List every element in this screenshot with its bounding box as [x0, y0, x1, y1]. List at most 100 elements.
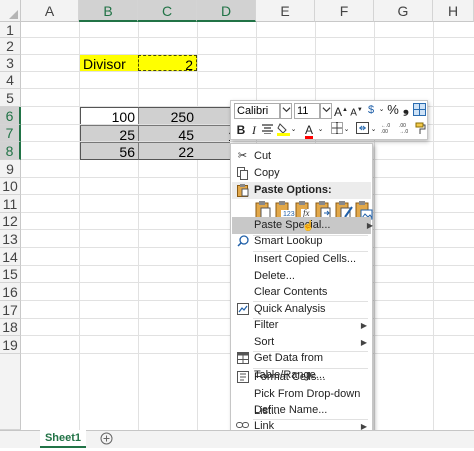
- menu-item-smart-lookup[interactable]: Smart Lookup: [232, 233, 371, 250]
- merge-center-button[interactable]: [355, 122, 369, 138]
- decrease-decimal-button[interactable]: .00 →.0: [398, 122, 414, 138]
- cell-c8[interactable]: 22: [138, 142, 197, 160]
- row-header-1[interactable]: 1: [0, 22, 21, 38]
- borders-dropdown[interactable]: ⌄: [343, 122, 350, 138]
- select-all-button[interactable]: [0, 0, 21, 22]
- row-header-11[interactable]: 11: [0, 195, 21, 213]
- submenu-arrow-icon: ▶: [366, 221, 373, 230]
- font-color-button[interactable]: A: [302, 122, 316, 138]
- column-header-a[interactable]: A: [21, 0, 79, 22]
- row-header-16[interactable]: 16: [0, 283, 21, 301]
- paint-bucket-icon: [276, 123, 290, 136]
- format-painter-button[interactable]: [415, 122, 427, 138]
- chevron-down-icon: [281, 107, 291, 113]
- bold-button[interactable]: B: [235, 122, 247, 138]
- row-header-17[interactable]: 17: [0, 301, 21, 319]
- column-header-c[interactable]: C: [138, 0, 197, 22]
- menu-item-clear-contents[interactable]: Clear Contents: [232, 284, 371, 301]
- cell-b3[interactable]: Divisor: [80, 55, 138, 72]
- chevron-down-icon: ⌄: [317, 126, 324, 133]
- font-name-dropdown[interactable]: [280, 103, 292, 119]
- add-sheet-button[interactable]: [98, 430, 114, 448]
- column-header-e[interactable]: E: [256, 0, 315, 22]
- increase-decimal-button[interactable]: ←.0.00: [380, 122, 396, 138]
- row-header-8[interactable]: 8: [0, 142, 21, 160]
- row-header-3[interactable]: 3: [0, 55, 21, 72]
- cell-d8[interactable]: [197, 142, 230, 160]
- scissors-icon: ✂: [237, 150, 248, 162]
- column-header-f[interactable]: F: [315, 0, 374, 22]
- fill-color-button[interactable]: [276, 122, 290, 138]
- cell-b8[interactable]: 56: [80, 142, 138, 160]
- row-header-18[interactable]: 18: [0, 319, 21, 336]
- chevron-down-icon: ⌄: [343, 126, 350, 133]
- align-center-icon: [261, 124, 273, 135]
- mini-toolbar: Calibri 11 A▲ A▼ $ ⌄ % ❟ B I ⌄ A ⌄ ⌄ ⌄ ←…: [230, 100, 428, 140]
- menu-item-pick-from-list[interactable]: Pick From Drop-down List...: [232, 386, 371, 417]
- fill-color-dropdown[interactable]: ⌄: [290, 122, 297, 138]
- font-name-box[interactable]: Calibri: [234, 103, 280, 119]
- italic-button[interactable]: I: [249, 122, 259, 138]
- borders-button[interactable]: [330, 122, 343, 138]
- font-color-dropdown[interactable]: ⌄: [317, 122, 324, 138]
- menu-item-filter[interactable]: Filter ▶: [232, 317, 371, 334]
- column-header-h[interactable]: H: [433, 0, 474, 22]
- quick-analysis-icon: [236, 303, 249, 316]
- merge-center-dropdown[interactable]: ⌄: [370, 122, 377, 138]
- context-menu: ✂ Cut Copy Paste Options: 123 fx Paste S…: [230, 143, 373, 436]
- column-header-g[interactable]: G: [374, 0, 433, 22]
- column-header-d[interactable]: D: [197, 0, 256, 22]
- row-header-5[interactable]: 5: [0, 89, 21, 107]
- row-header-6[interactable]: 6: [0, 107, 21, 125]
- row-header-4[interactable]: 4: [0, 72, 21, 89]
- sheet-tab[interactable]: Sheet1: [40, 430, 86, 448]
- font-size-dropdown[interactable]: [320, 103, 332, 119]
- decrease-font-button[interactable]: A▼: [350, 102, 363, 118]
- row-header-10[interactable]: 10: [0, 178, 21, 195]
- column-header-b[interactable]: B: [79, 0, 138, 22]
- accounting-format-dropdown[interactable]: ⌄: [378, 102, 385, 118]
- menu-item-get-data[interactable]: Get Data from Table/Range...: [232, 350, 371, 381]
- row-header-15[interactable]: 15: [0, 266, 21, 283]
- menu-item-sort[interactable]: Sort ▶: [232, 334, 371, 351]
- chevron-down-icon: ⌄: [290, 126, 297, 133]
- comma-style-button[interactable]: ❟: [400, 101, 412, 117]
- svg-text:→.0: →.0: [399, 129, 408, 134]
- menu-item-format-cells[interactable]: Format Cells...: [232, 369, 371, 386]
- format-cells-icon: [236, 371, 249, 384]
- menu-item-define-name[interactable]: Define Name...: [232, 402, 371, 419]
- cell-d6[interactable]: [197, 107, 230, 124]
- menu-item-paste-special[interactable]: Paste Special... ☝ ▶: [232, 217, 373, 234]
- menu-item-insert-copied-cells[interactable]: Insert Copied Cells...: [232, 251, 371, 268]
- menu-item-cut[interactable]: ✂ Cut: [232, 148, 371, 165]
- menu-item-quick-analysis[interactable]: Quick Analysis: [232, 301, 371, 318]
- chevron-down-icon: [321, 107, 331, 113]
- row-header-12[interactable]: 12: [0, 213, 21, 230]
- submenu-arrow-icon: ▶: [360, 338, 367, 347]
- percent-style-button[interactable]: %: [386, 102, 400, 118]
- row-header-19[interactable]: 19: [0, 336, 21, 354]
- row-header-9[interactable]: 9: [0, 160, 21, 178]
- font-size-box[interactable]: 11: [294, 103, 320, 119]
- svg-text:.00: .00: [381, 129, 388, 134]
- cell-c6[interactable]: 250: [138, 107, 197, 125]
- caret-down-icon: ▼: [356, 107, 363, 113]
- row-header-13[interactable]: 13: [0, 230, 21, 248]
- cell-c3[interactable]: 2: [138, 55, 197, 73]
- cell-c7[interactable]: 45: [138, 125, 197, 143]
- cell-b7[interactable]: 25: [80, 125, 138, 143]
- row-header-2[interactable]: 2: [0, 38, 21, 55]
- align-center-button[interactable]: [261, 122, 273, 138]
- cell-d7[interactable]: 150: [197, 125, 230, 141]
- format-painter-icon[interactable]: [412, 103, 426, 116]
- submenu-arrow-icon: ▶: [360, 321, 367, 330]
- chevron-down-icon: ⌄: [370, 126, 377, 133]
- table-icon: [236, 352, 249, 365]
- cell-b6[interactable]: 100: [80, 107, 138, 125]
- row-header-14[interactable]: 14: [0, 248, 21, 266]
- menu-item-delete[interactable]: Delete...: [232, 268, 371, 285]
- increase-font-button[interactable]: A▲: [334, 102, 348, 119]
- row-header-7[interactable]: 7: [0, 125, 21, 142]
- accounting-format-button[interactable]: $: [364, 102, 378, 118]
- menu-item-copy[interactable]: Copy: [232, 165, 371, 182]
